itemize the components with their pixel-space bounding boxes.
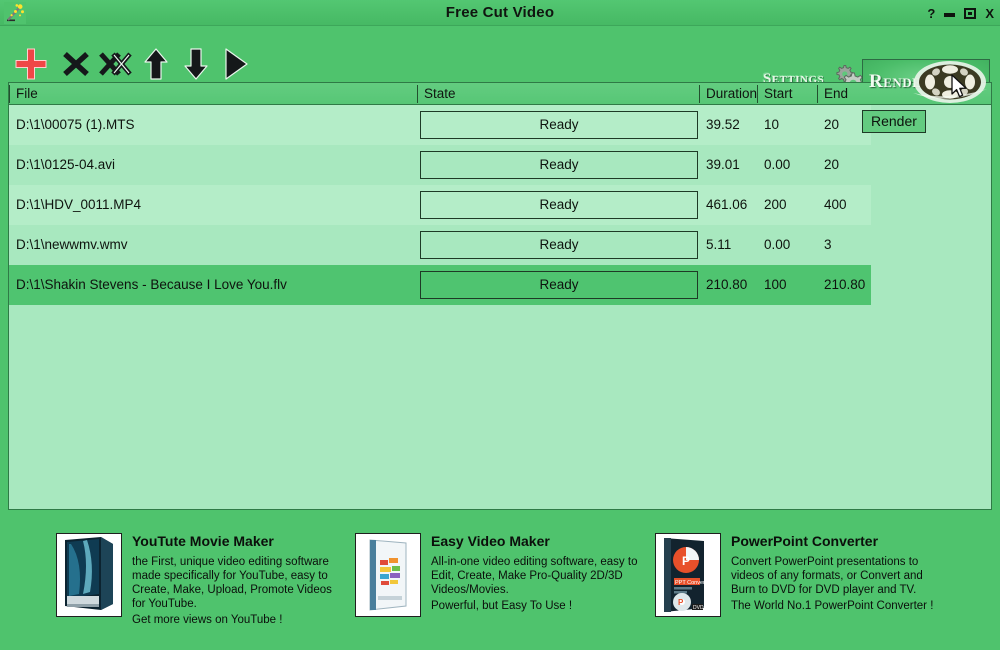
- promo-footer: Get more views on YouTube !: [132, 614, 283, 626]
- cell-duration: 5.11: [706, 237, 732, 252]
- svg-text:PPT Converter: PPT Converter: [675, 580, 711, 586]
- promo-easy-video-maker[interactable]: Easy Video Maker All-in-one video editin…: [355, 533, 650, 617]
- cell-start[interactable]: 0.00: [764, 145, 819, 185]
- cell-end[interactable]: 3: [824, 225, 879, 265]
- cell-file: D:\1\Shakin Stevens - Because I Love You…: [16, 277, 287, 292]
- svg-text:P: P: [682, 554, 690, 568]
- promo-footer: Powerful, but Easy To Use !: [431, 600, 573, 612]
- table-row[interactable]: D:\1\HDV_0011.MP4 Ready 461.06 200 400: [9, 185, 871, 225]
- remove-all-button[interactable]: [96, 44, 136, 84]
- cell-start[interactable]: 100: [764, 265, 819, 305]
- cell-file: D:\1\newwmv.wmv: [16, 237, 128, 252]
- table-row-selected[interactable]: D:\1\Shakin Stevens - Because I Love You…: [9, 265, 871, 305]
- powerpoint-converter-box-icon: P PPT Converter P DVD: [655, 533, 721, 617]
- table-row[interactable]: D:\1\00075 (1).MTS Ready 39.52 10 20: [9, 105, 871, 145]
- window-title: Free Cut Video: [445, 4, 555, 21]
- cell-state[interactable]: Ready: [420, 151, 698, 179]
- promo-banner-area: YouTute Movie Maker the First, unique vi…: [0, 511, 1000, 650]
- promo-title: Easy Video Maker: [431, 533, 550, 549]
- film-reel-icon: [911, 60, 989, 103]
- promo-footer: The World No.1 PowerPoint Converter !: [731, 600, 934, 612]
- column-header-start[interactable]: Start: [757, 83, 817, 105]
- cell-duration: 39.52: [706, 117, 740, 132]
- toolbar: Settings Render Render: [0, 26, 1000, 133]
- cell-end[interactable]: 210.80: [824, 265, 879, 305]
- remove-file-button[interactable]: [56, 44, 96, 84]
- column-header-file[interactable]: File: [9, 83, 417, 105]
- move-down-button[interactable]: [176, 44, 216, 84]
- move-up-button[interactable]: [136, 44, 176, 84]
- maximize-button[interactable]: [964, 7, 977, 19]
- cell-state[interactable]: Ready: [420, 271, 698, 299]
- svg-text:DVD: DVD: [693, 605, 704, 611]
- column-header-duration[interactable]: Duration: [699, 83, 757, 105]
- column-header-state[interactable]: State: [417, 83, 699, 105]
- promo-description: the First, unique video editing software…: [132, 556, 332, 610]
- application-window: Free Cut Video ? X Settings Render Rende…: [0, 0, 1000, 650]
- list-rows: D:\1\00075 (1).MTS Ready 39.52 10 20 D:\…: [9, 105, 991, 305]
- table-row[interactable]: D:\1\0125-04.avi Ready 39.01 0.00 20: [9, 145, 871, 185]
- cell-file: D:\1\HDV_0011.MP4: [16, 197, 142, 212]
- minimize-button[interactable]: [944, 8, 956, 18]
- cell-start[interactable]: 200: [764, 185, 819, 225]
- title-bar: Free Cut Video ? X: [0, 0, 1000, 26]
- promo-youtute-movie-maker[interactable]: YouTute Movie Maker the First, unique vi…: [56, 533, 346, 627]
- play-button[interactable]: [216, 44, 256, 84]
- render-tooltip: Render: [862, 110, 926, 133]
- promo-title: PowerPoint Converter: [731, 533, 879, 549]
- promo-description: All-in-one video editing software, easy …: [431, 556, 638, 596]
- cell-file: D:\1\0125-04.avi: [16, 157, 116, 172]
- easy-video-maker-box-icon: [355, 533, 421, 617]
- cell-end[interactable]: 20: [824, 145, 879, 185]
- cell-duration: 210.80: [706, 277, 748, 292]
- add-file-button[interactable]: [11, 44, 51, 84]
- cell-file: D:\1\00075 (1).MTS: [16, 117, 135, 132]
- promo-description: Convert PowerPoint presentations to vide…: [731, 556, 923, 596]
- mouse-cursor-icon: [951, 74, 969, 103]
- svg-text:P: P: [678, 598, 684, 607]
- cell-state[interactable]: Ready: [420, 111, 698, 139]
- window-controls: ? X: [927, 4, 994, 22]
- cell-duration: 39.01: [706, 157, 740, 172]
- cell-state[interactable]: Ready: [420, 231, 698, 259]
- cell-duration: 461.06: [706, 197, 748, 212]
- list-header: File State Duration Start End: [9, 83, 991, 105]
- promo-powerpoint-converter[interactable]: P PPT Converter P DVD PowerPoint Convert…: [655, 533, 985, 617]
- youtube-movie-maker-box-icon: [56, 533, 122, 617]
- cell-start[interactable]: 0.00: [764, 225, 819, 265]
- promo-title: YouTute Movie Maker: [132, 533, 274, 549]
- file-list: File State Duration Start End D:\1\00075…: [8, 82, 992, 510]
- help-button[interactable]: ?: [927, 7, 935, 20]
- cell-start[interactable]: 10: [764, 105, 819, 145]
- cell-state[interactable]: Ready: [420, 191, 698, 219]
- table-row[interactable]: D:\1\newwmv.wmv Ready 5.11 0.00 3: [9, 225, 871, 265]
- cell-end[interactable]: 400: [824, 185, 879, 225]
- close-button[interactable]: X: [985, 7, 994, 20]
